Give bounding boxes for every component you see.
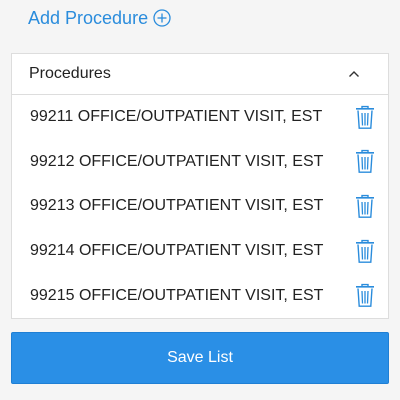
procedure-item: 99212 OFFICE/OUTPATIENT VISIT, EST	[12, 140, 388, 185]
trash-icon[interactable]	[354, 104, 376, 130]
plus-circle-icon[interactable]	[153, 9, 171, 27]
procedure-label: 99215 OFFICE/OUTPATIENT VISIT, EST	[30, 286, 324, 304]
procedure-item: 99214 OFFICE/OUTPATIENT VISIT, EST	[12, 229, 388, 274]
panel-title: Procedures	[29, 65, 111, 82]
procedure-item: 99211 OFFICE/OUTPATIENT VISIT, EST	[12, 95, 388, 140]
procedure-label: 99212 OFFICE/OUTPATIENT VISIT, EST	[30, 152, 324, 170]
trash-icon[interactable]	[354, 283, 376, 309]
add-procedure-link[interactable]: Add Procedure	[28, 4, 171, 32]
procedure-item: 99213 OFFICE/OUTPATIENT VISIT, EST	[12, 184, 388, 229]
add-procedure-label: Add Procedure	[28, 7, 149, 28]
procedure-label: 99214 OFFICE/OUTPATIENT VISIT, EST	[30, 242, 324, 260]
procedure-label: 99213 OFFICE/OUTPATIENT VISIT, EST	[30, 197, 324, 215]
trash-icon[interactable]	[354, 238, 376, 264]
chevron-up-icon[interactable]	[348, 70, 360, 78]
trash-icon[interactable]	[354, 193, 376, 219]
procedure-label: 99211 OFFICE/OUTPATIENT VISIT, EST	[30, 108, 323, 126]
save-list-button[interactable]: Save List	[11, 332, 389, 384]
procedures-screen: Add Procedure Procedures 99211 OFFICE/OU…	[0, 0, 400, 400]
procedure-list: 99211 OFFICE/OUTPATIENT VISIT, EST 99212…	[12, 95, 388, 318]
procedures-panel: Procedures 99211 OFFICE/OUTPATIENT VISIT…	[11, 53, 389, 319]
trash-icon[interactable]	[354, 149, 376, 175]
procedure-item: 99215 OFFICE/OUTPATIENT VISIT, EST	[12, 273, 388, 318]
procedures-panel-header[interactable]: Procedures	[12, 54, 388, 95]
